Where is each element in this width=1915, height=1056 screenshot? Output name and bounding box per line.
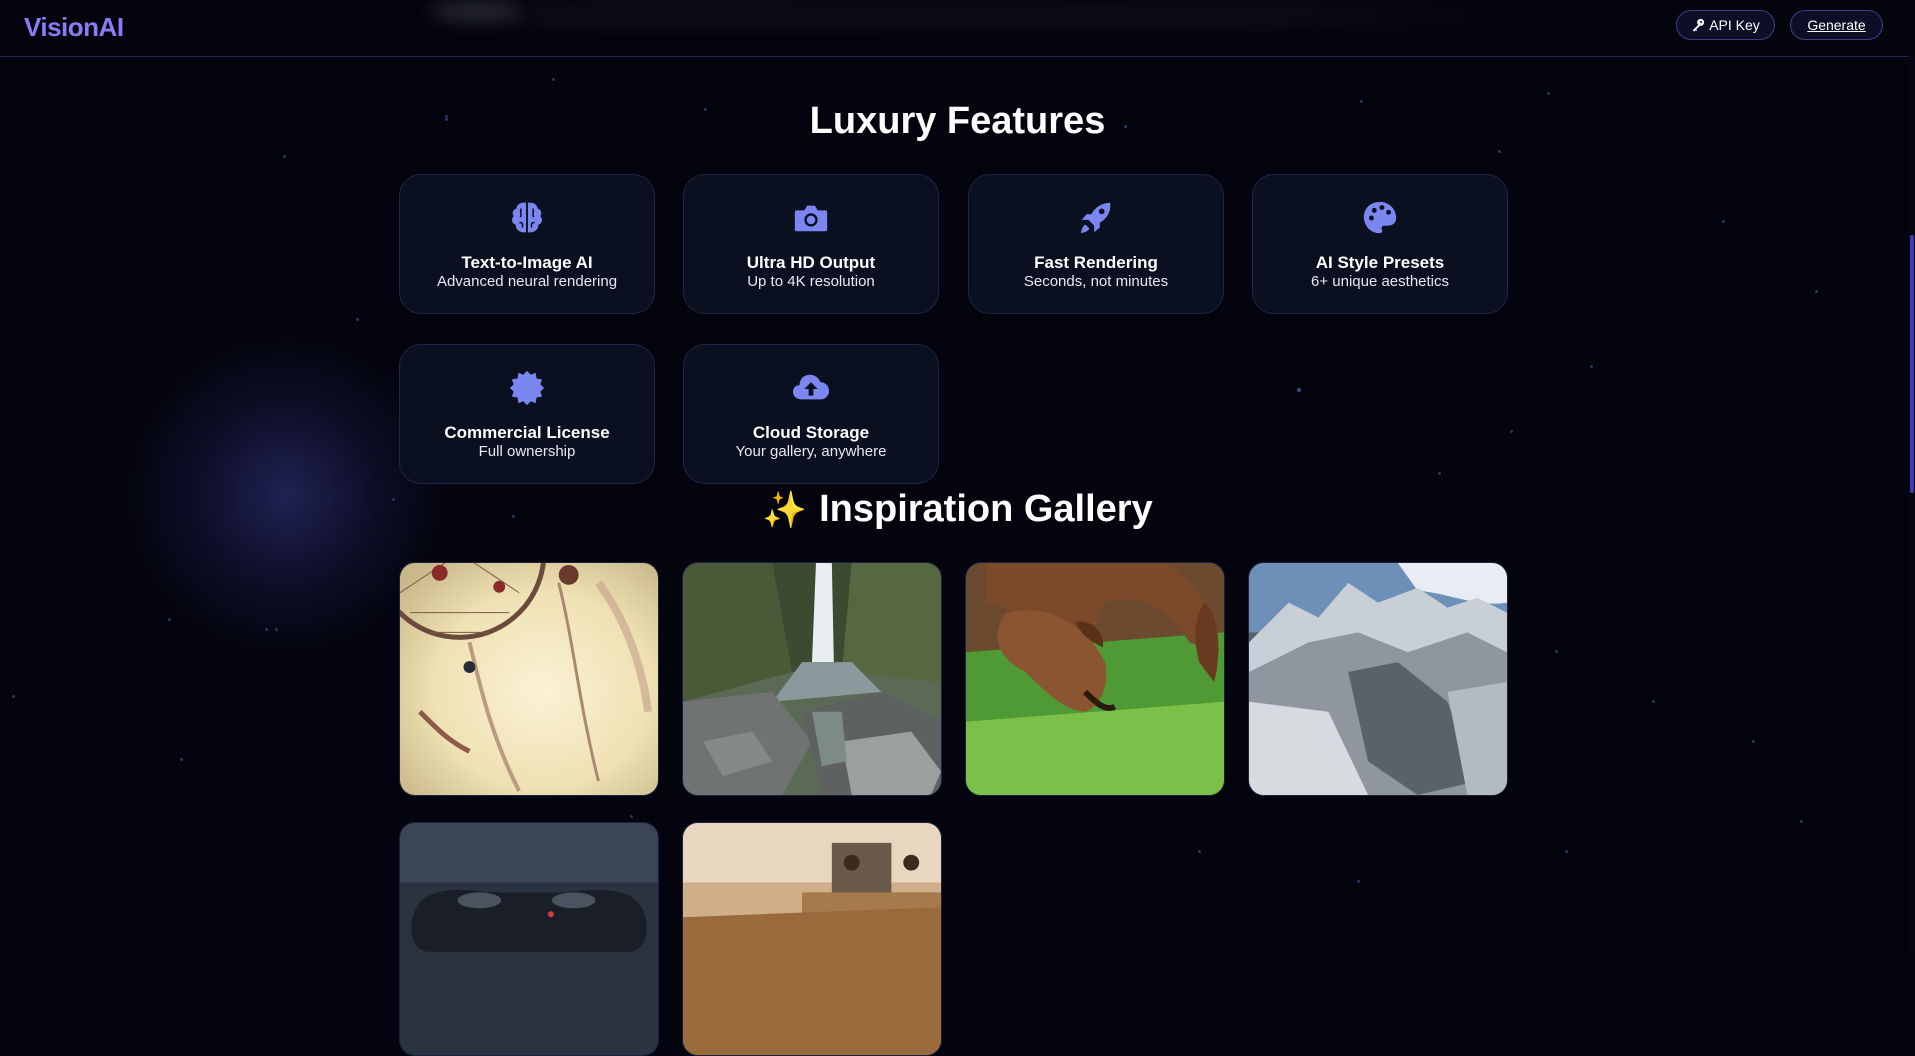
palette-icon — [1363, 201, 1397, 234]
key-icon — [1692, 18, 1705, 32]
feature-card-text-to-image: Text-to-Image AI Advanced neural renderi… — [399, 174, 655, 314]
gallery-image-dogs[interactable] — [965, 562, 1225, 796]
feature-card-cloud-storage: Cloud Storage Your gallery, anywhere — [683, 344, 939, 484]
gallery-title: Inspiration Gallery — [819, 488, 1153, 530]
generate-button[interactable]: Generate — [1790, 10, 1883, 40]
feature-subtitle: Seconds, not minutes — [1023, 273, 1169, 290]
gallery-image-cafe[interactable] — [682, 822, 942, 1056]
scrollbar-thumb[interactable] — [1910, 235, 1914, 493]
feature-title: AI Style Presets — [1315, 253, 1445, 272]
feature-card-fast-rendering: Fast Rendering Seconds, not minutes — [968, 174, 1224, 314]
feature-subtitle: Full ownership — [478, 443, 576, 460]
api-key-label: API Key — [1709, 17, 1760, 33]
features-heading: Luxury Features — [809, 100, 1106, 142]
brain-icon — [512, 202, 542, 233]
cloud-upload-icon — [792, 374, 830, 400]
feature-title: Cloud Storage — [752, 423, 870, 442]
feature-card-commercial-license: Commercial License Full ownership — [399, 344, 655, 484]
navbar-backdrop-blob — [430, 0, 520, 22]
feature-card-ultra-hd: Ultra HD Output Up to 4K resolution — [683, 174, 939, 314]
gallery-image-game-controller[interactable] — [399, 822, 659, 1056]
rocket-icon — [1080, 202, 1111, 234]
gallery-heading: ✨ Inspiration Gallery — [0, 488, 1915, 531]
gallery-image-dreamcatcher[interactable] — [399, 562, 659, 796]
feature-title: Commercial License — [444, 423, 610, 442]
gallery-image-mountains[interactable] — [1248, 562, 1508, 796]
sparkles-icon: ✨ — [762, 488, 808, 530]
navbar-backdrop — [390, 0, 1510, 30]
camera-icon — [794, 205, 828, 232]
feature-subtitle: Up to 4K resolution — [747, 273, 875, 290]
generate-label: Generate — [1807, 17, 1866, 33]
logo[interactable]: VisionAI — [24, 12, 124, 43]
feature-subtitle: 6+ unique aesthetics — [1310, 273, 1450, 290]
feature-subtitle: Your gallery, anywhere — [735, 443, 887, 460]
feature-title: Fast Rendering — [1034, 253, 1158, 272]
feature-subtitle: Advanced neural rendering — [436, 273, 618, 290]
api-key-button[interactable]: API Key — [1676, 10, 1775, 40]
top-navbar: VisionAI API Key Generate — [0, 0, 1915, 57]
certificate-icon — [509, 370, 545, 406]
feature-title: Text-to-Image AI — [461, 253, 593, 272]
gallery-image-waterfall[interactable] — [682, 562, 942, 796]
feature-card-style-presets: AI Style Presets 6+ unique aesthetics — [1252, 174, 1508, 314]
feature-title: Ultra HD Output — [746, 253, 876, 272]
